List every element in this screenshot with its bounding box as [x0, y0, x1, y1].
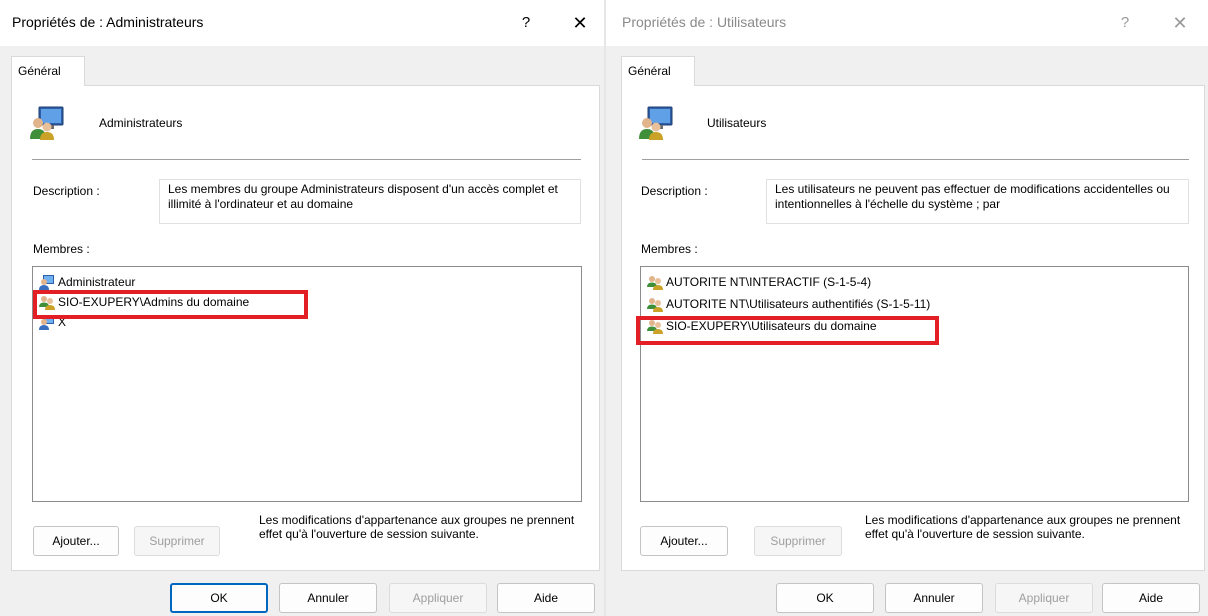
tab-general[interactable]: Général: [11, 56, 85, 86]
help-title-button[interactable]: ?: [1105, 8, 1145, 38]
description-label: Description :: [33, 184, 100, 198]
ok-button[interactable]: OK: [170, 583, 268, 613]
group-icon: [647, 274, 663, 290]
list-item[interactable]: AUTORITE NT\INTERACTIF (S-1-5-4): [647, 274, 871, 292]
description-field[interactable]: Les membres du groupe Administrateurs di…: [159, 179, 581, 224]
group-icon: [647, 296, 663, 312]
group-icon: [638, 105, 674, 141]
members-list[interactable]: AUTORITE NT\INTERACTIF (S-1-5-4) AUTORIT…: [640, 266, 1189, 502]
help-button[interactable]: Aide: [497, 583, 595, 613]
separator: [32, 159, 581, 160]
group-name: Administrateurs: [99, 116, 183, 130]
group-name: Utilisateurs: [707, 116, 767, 130]
remove-button[interactable]: Supprimer: [134, 526, 220, 556]
apply-button[interactable]: Appliquer: [995, 583, 1093, 613]
user-icon: [39, 274, 55, 290]
group-icon: [29, 105, 65, 141]
separator: [642, 159, 1189, 160]
remove-button[interactable]: Supprimer: [754, 526, 842, 556]
tab-general[interactable]: Général: [621, 56, 695, 86]
close-button[interactable]: ✕: [1160, 8, 1200, 38]
cancel-button[interactable]: Annuler: [279, 583, 377, 613]
cancel-button[interactable]: Annuler: [885, 583, 983, 613]
members-label: Membres :: [33, 242, 90, 256]
title-bar: Propriétés de : Administrateurs ? ✕: [0, 0, 606, 46]
users-properties-dialog: Propriétés de : Utilisateurs ? ✕ Général…: [606, 0, 1208, 616]
highlight-box: [636, 316, 939, 345]
help-button[interactable]: Aide: [1102, 583, 1200, 613]
apply-button[interactable]: Appliquer: [389, 583, 487, 613]
description-label: Description :: [641, 184, 708, 198]
ok-button[interactable]: OK: [776, 583, 874, 613]
general-tab-panel: Administrateurs Description : Les membre…: [11, 85, 600, 571]
membership-note: Les modifications d'appartenance aux gro…: [865, 513, 1181, 541]
dialog-title: Propriétés de : Utilisateurs: [622, 14, 787, 30]
highlight-box: [33, 290, 308, 319]
title-bar: Propriétés de : Utilisateurs ? ✕: [606, 0, 1208, 46]
description-field[interactable]: Les utilisateurs ne peuvent pas effectue…: [766, 179, 1189, 224]
add-button[interactable]: Ajouter...: [33, 526, 119, 556]
close-button[interactable]: ✕: [560, 8, 600, 38]
dialog-title: Propriétés de : Administrateurs: [12, 14, 204, 30]
help-title-button[interactable]: ?: [506, 8, 546, 38]
add-button[interactable]: Ajouter...: [640, 526, 728, 556]
members-label: Membres :: [641, 242, 698, 256]
membership-note: Les modifications d'appartenance aux gro…: [259, 513, 575, 541]
list-item[interactable]: AUTORITE NT\Utilisateurs authentifiés (S…: [647, 296, 930, 314]
